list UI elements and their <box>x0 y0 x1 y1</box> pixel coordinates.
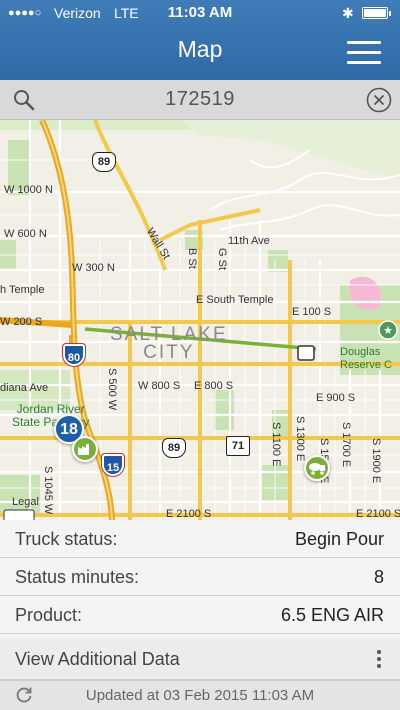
truck-details-panel: Truck status: Begin Pour Status minutes:… <box>0 520 400 680</box>
clear-search-icon[interactable] <box>366 87 392 113</box>
status-minutes-label: Status minutes: <box>15 567 140 587</box>
map-label: E South Temple <box>196 294 274 306</box>
status-minutes-value: 8 <box>373 567 384 587</box>
svg-text:★: ★ <box>383 324 393 337</box>
map-label: W 800 S <box>138 380 181 392</box>
map-label: S 1300 E <box>294 416 306 462</box>
map-label: G St <box>216 248 228 271</box>
bluetooth-icon: ✱ <box>342 5 354 21</box>
product-row: Product: 6.5 ENG AIR <box>0 596 400 634</box>
map-label: S 1100 E <box>270 422 282 467</box>
last-updated-text: Updated at 03 Feb 2015 11:03 AM <box>85 687 315 704</box>
more-vertical-icon[interactable] <box>376 649 382 669</box>
truck-marker-icon[interactable] <box>304 455 330 481</box>
map-label: Legal <box>12 496 39 508</box>
battery-fill <box>364 9 386 17</box>
status-time: 11:03 AM <box>167 4 233 21</box>
status-minutes-row: Status minutes: 8 <box>0 558 400 596</box>
park-label: Douglas Reserve C <box>340 346 392 371</box>
map-label: diana Ave <box>0 382 49 394</box>
hamburger-menu-icon[interactable] <box>347 40 381 66</box>
truck-status-row: Truck status: Begin Pour <box>0 520 400 558</box>
map-label: E 2100 S <box>356 508 400 520</box>
map-label: S 1700 E <box>340 422 352 468</box>
map-label: E 100 S <box>292 306 332 318</box>
mixer-truck-icon <box>309 463 325 475</box>
product-label: Product: <box>15 605 83 625</box>
map-label: W 1000 N <box>4 184 53 196</box>
status-bar: ●●●●○ Verizon LTE 11:03 AM ✱ <box>0 0 400 26</box>
map-label: W 600 N <box>4 228 47 240</box>
battery-icon <box>362 7 391 19</box>
top-bar: ●●●●○ Verizon LTE 11:03 AM ✱ Map <box>0 0 400 80</box>
search-bar: 172519 <box>0 80 400 120</box>
footer-bar: Updated at 03 Feb 2015 11:03 AM <box>0 680 400 710</box>
map-label: W 200 S <box>0 316 43 328</box>
state-route-shield: 71 <box>226 436 250 456</box>
map-label: W 300 N <box>72 262 115 274</box>
map-label: S 500 W <box>106 368 118 411</box>
city-label: SALT LAKE CITY <box>110 324 228 363</box>
map-label: h Temple <box>0 284 45 296</box>
map-label: S 1045 W <box>42 466 54 515</box>
us-route-shield: 89 <box>162 438 186 458</box>
view-additional-data-label: View Additional Data <box>15 649 180 669</box>
view-additional-data-button[interactable]: View Additional Data <box>0 638 400 680</box>
plant-marker-icon[interactable] <box>72 436 98 462</box>
product-value: 6.5 ENG AIR <box>280 605 384 625</box>
map-label: 11th Ave <box>228 235 270 247</box>
interstate-shield: 15 <box>102 454 124 476</box>
interstate-shield: 80 <box>63 344 85 366</box>
map-label: E 900 S <box>316 392 356 404</box>
map-label: E 2100 S <box>166 508 212 520</box>
factory-icon <box>78 444 89 455</box>
map-label: E 800 S <box>194 380 234 392</box>
truck-status-value: Begin Pour <box>294 529 384 549</box>
map-label: S 1900 E <box>370 438 382 484</box>
search-input[interactable]: 172519 <box>0 88 400 111</box>
truck-status-label: Truck status: <box>15 529 118 549</box>
map-label: B St <box>186 248 198 269</box>
map-view[interactable]: ★ W 1000 N W 600 N W 300 N h Temple W 20… <box>0 120 400 520</box>
us-route-shield: 89 <box>92 152 116 172</box>
page-title: Map <box>177 36 223 62</box>
